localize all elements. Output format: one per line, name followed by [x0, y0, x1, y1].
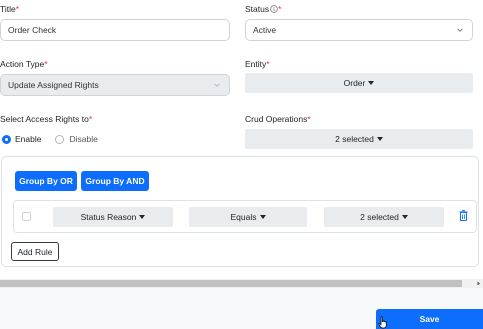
- entity-dropdown-value: Order: [343, 78, 366, 88]
- disable-radio-label[interactable]: Disable: [69, 134, 97, 144]
- caret-down-icon: [368, 81, 375, 85]
- caret-down-icon: [401, 215, 408, 219]
- enable-radio-label[interactable]: Enable: [15, 134, 41, 144]
- disable-radio[interactable]: [55, 134, 65, 144]
- enable-radio[interactable]: [2, 134, 11, 144]
- add-rule-button[interactable]: Add Rule: [11, 242, 59, 261]
- access-rights-radio-group: Enable Disable: [2, 134, 98, 144]
- action-type-select[interactable]: Update Assigned Rights: [0, 74, 230, 96]
- rule-field-value: Status Reason: [80, 212, 137, 222]
- rule-value-dropdown[interactable]: 2 selected: [324, 207, 444, 227]
- status-select-value: Active: [253, 25, 277, 35]
- required-mark: *: [307, 114, 311, 124]
- caret-down-icon: [376, 137, 383, 141]
- entity-field-label: Entity*: [245, 59, 270, 69]
- status-label-text: Status: [245, 4, 270, 14]
- title-input-value: Order Check: [8, 25, 57, 35]
- horizontal-scrollbar[interactable]: [0, 279, 483, 288]
- required-mark: *: [278, 4, 282, 14]
- rule-operator-value: Equals: [230, 212, 257, 222]
- action-type-label-text: Action Type: [0, 59, 45, 69]
- access-rights-label-text: Select Access Rights to: [0, 114, 89, 124]
- action-type-select-value: Update Assigned Rights: [8, 80, 99, 90]
- hand-cursor-icon: [378, 316, 387, 329]
- group-by-and-button[interactable]: Group By AND: [81, 171, 149, 191]
- chevron-down-icon: [214, 83, 220, 87]
- required-mark: *: [88, 114, 93, 124]
- title-input[interactable]: Order Check: [0, 19, 230, 41]
- title-field-label: Title*: [0, 4, 19, 14]
- crud-operations-value: 2 selected: [335, 134, 374, 144]
- status-field-label: Status *: [245, 4, 281, 14]
- caret-down-icon: [259, 215, 266, 219]
- rule-value-value: 2 selected: [360, 212, 399, 222]
- required-mark: *: [266, 59, 270, 69]
- required-mark: *: [15, 4, 20, 14]
- entity-dropdown[interactable]: Order: [245, 73, 473, 93]
- crud-label-text: Crud Operations: [245, 114, 308, 124]
- entity-label-text: Entity: [245, 59, 267, 69]
- rule-field-dropdown[interactable]: Status Reason: [53, 207, 173, 227]
- trash-icon[interactable]: [459, 210, 468, 221]
- add-rule-label: Add Rule: [17, 246, 53, 257]
- scrollbar-thumb[interactable]: [0, 280, 462, 287]
- save-button[interactable]: Save: [376, 309, 483, 329]
- crud-field-label: Crud Operations*: [245, 114, 311, 124]
- title-label-text: Title: [0, 4, 16, 14]
- rule-checkbox[interactable]: [22, 212, 31, 221]
- crud-operations-dropdown[interactable]: 2 selected: [245, 129, 473, 149]
- group-by-and-label: Group By AND: [85, 176, 145, 186]
- info-icon: [270, 5, 278, 13]
- action-type-field-label: Action Type*: [0, 59, 48, 69]
- rule-operator-dropdown[interactable]: Equals: [189, 207, 307, 227]
- status-select[interactable]: Active: [245, 19, 473, 41]
- save-button-label: Save: [419, 314, 440, 324]
- group-by-or-button[interactable]: Group By OR: [15, 171, 77, 191]
- required-mark: *: [44, 59, 48, 69]
- access-rights-field-label: Select Access Rights to*: [0, 114, 92, 124]
- group-by-or-label: Group By OR: [19, 176, 73, 186]
- scroll-right-arrow-icon[interactable]: [475, 280, 482, 287]
- caret-down-icon: [139, 215, 146, 219]
- chevron-down-icon: [457, 28, 463, 32]
